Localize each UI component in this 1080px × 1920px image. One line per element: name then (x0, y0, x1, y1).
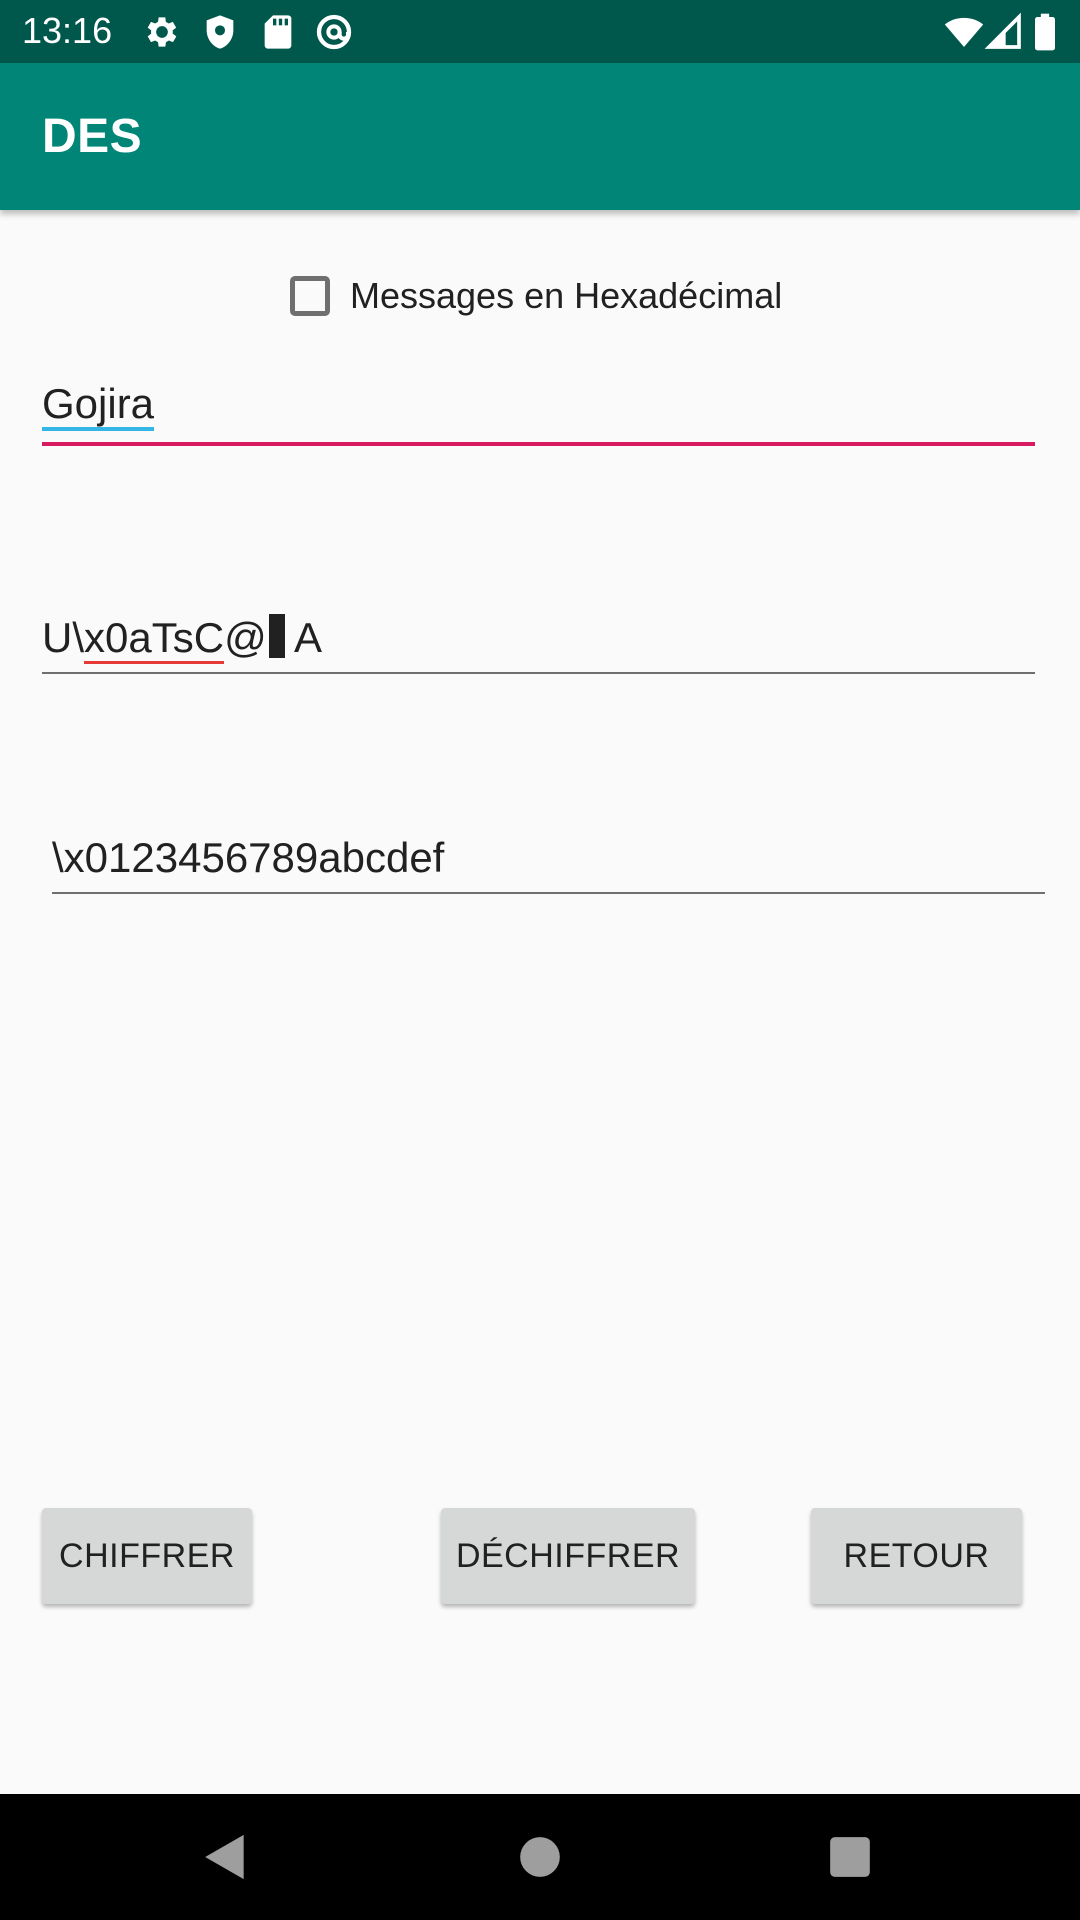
app-bar: DES (0, 63, 1080, 210)
message-text: Gojira (42, 380, 155, 431)
result-value: U\x0aTsC@ A (42, 612, 322, 664)
checkbox-box[interactable] (290, 276, 330, 316)
key-value: \x0123456789abcdef (52, 834, 445, 881)
result-suffix: A (284, 614, 323, 661)
result-output[interactable]: U\x0aTsC@ A (42, 610, 1035, 676)
recents-nav-icon[interactable] (822, 1829, 878, 1885)
key-underline (52, 892, 1045, 894)
message-value: Gojira (42, 378, 155, 431)
screen: 13:16 DES Messages en Hexadécimal Gojira… (0, 0, 1080, 1920)
gear-icon (142, 12, 182, 52)
app-title: DES (42, 110, 143, 163)
result-underline (42, 672, 1035, 674)
wifi-icon (944, 12, 984, 52)
back-nav-icon[interactable] (197, 1829, 253, 1885)
result-misspelled: x0aTsC (84, 614, 225, 664)
unprintable-glyph (268, 614, 285, 658)
decrypt-button[interactable]: DÉCHIFFRER (441, 1508, 695, 1604)
signal-icon (984, 12, 1024, 52)
status-bar: 13:16 (0, 0, 1080, 63)
battery-icon (1030, 12, 1060, 52)
status-time: 13:16 (22, 10, 113, 51)
navigation-bar (0, 1794, 1080, 1920)
at-sign-icon (314, 12, 354, 52)
key-input[interactable]: \x0123456789abcdef (52, 830, 1045, 896)
message-input[interactable]: Gojira (42, 376, 1035, 448)
hex-checkbox-label: Messages en Hexadécimal (350, 275, 783, 316)
encrypt-button[interactable]: CHIFFRER (42, 1508, 252, 1604)
result-middle: @ (224, 614, 267, 661)
message-input-underline (42, 442, 1035, 446)
home-nav-icon[interactable] (512, 1829, 568, 1885)
result-prefix: U\ (42, 614, 84, 661)
sd-card-icon (258, 12, 298, 52)
hex-checkbox[interactable]: Messages en Hexadécimal (290, 272, 782, 320)
shield-icon (200, 12, 240, 52)
back-button[interactable]: RETOUR (811, 1508, 1022, 1604)
